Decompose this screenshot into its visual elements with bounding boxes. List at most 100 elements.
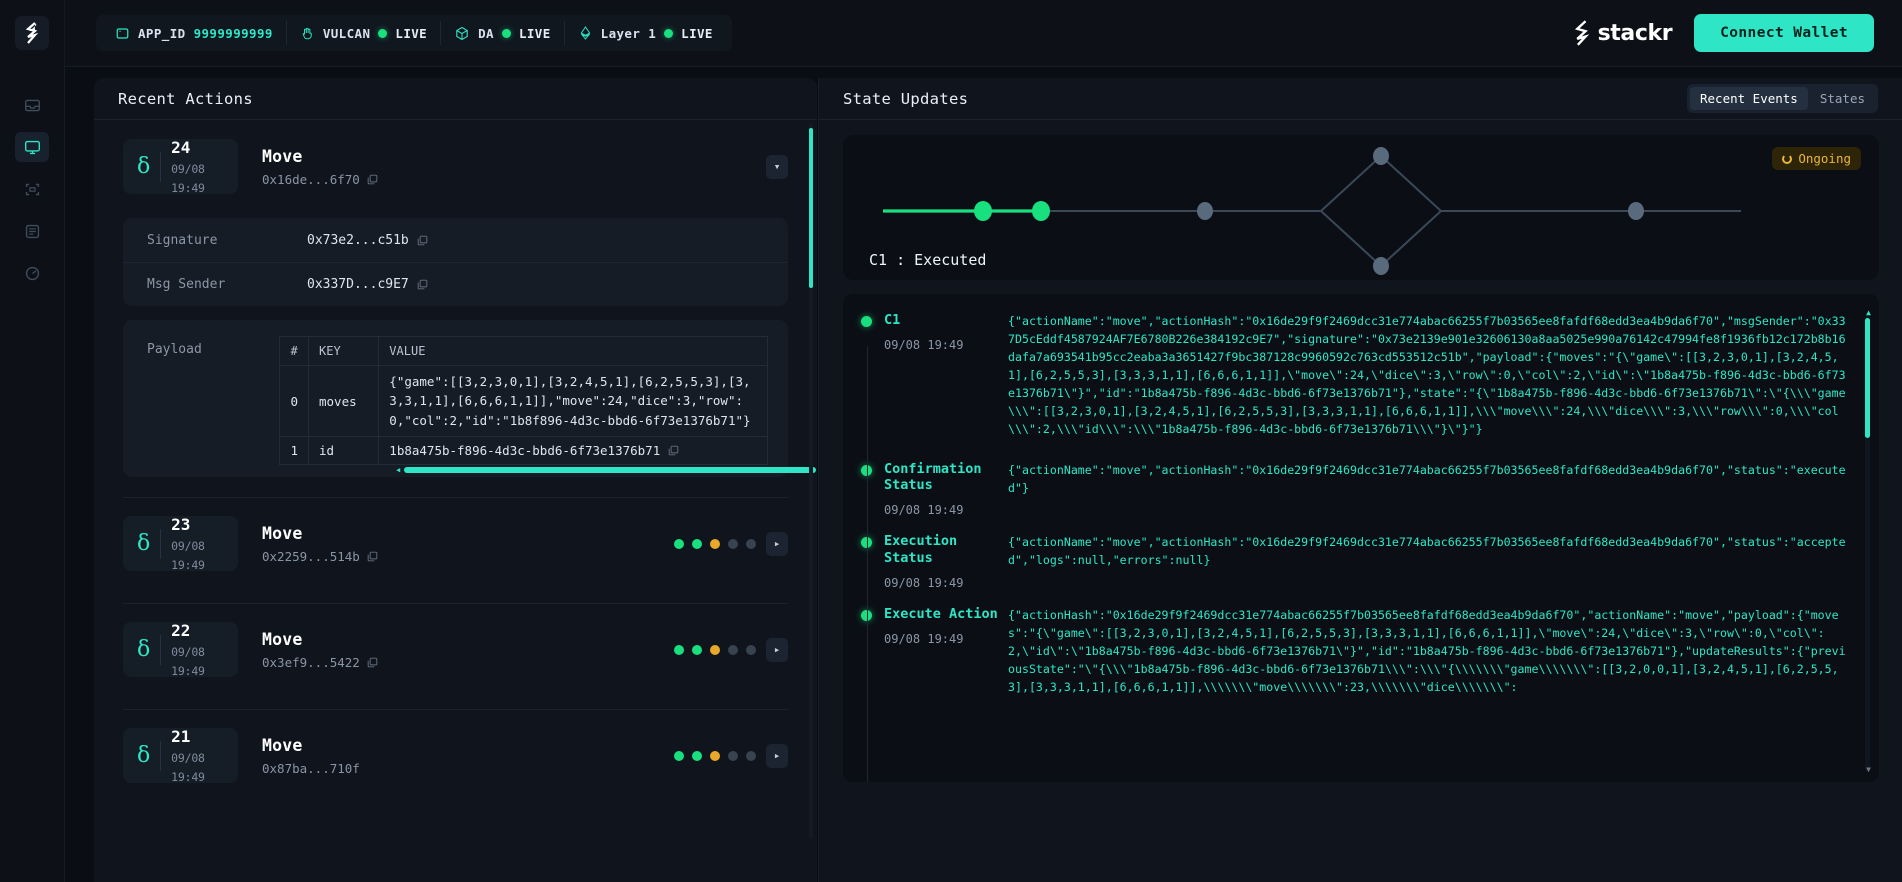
action-card-collapsed[interactable]: δ 22 09/08 19:49 Move 0x3ef9...5422 ▸ [123, 604, 788, 711]
chevron-right-icon[interactable]: ▸ [766, 637, 788, 662]
copy-icon[interactable] [417, 279, 428, 290]
column-header-value: VALUE [378, 336, 768, 366]
list-item[interactable]: Execute Action 09/08 19:49 {"actionHash"… [843, 590, 1879, 696]
payload-label: Payload [147, 342, 202, 357]
app-logo[interactable] [15, 16, 49, 50]
action-card-header[interactable]: δ 24 09/08 19:49 Move 0x16de...6f70 ▾ [123, 121, 788, 206]
status-dot [664, 28, 674, 38]
brand-and-wallet: stackr Connect Wallet [1572, 14, 1874, 52]
detail-key: Msg Sender [147, 277, 226, 292]
status-badge-ongoing: Ongoing [1772, 147, 1861, 170]
status-pips [674, 538, 756, 549]
recent-actions-list[interactable]: δ 24 09/08 19:49 Move 0x16de...6f70 ▾ Si… [94, 121, 817, 882]
chevron-left-icon[interactable]: ◀ [396, 466, 400, 474]
timeline-stem [866, 346, 868, 782]
action-index-badge: δ 21 09/08 19:49 [123, 726, 238, 784]
divider [160, 151, 162, 182]
app-window-icon [115, 26, 130, 41]
event-name: Execute Action [884, 606, 998, 623]
detail-key: Signature [147, 232, 218, 248]
recent-actions-header: Recent Actions [94, 78, 817, 120]
detail-row-signature: Signature 0x73e2...c51b [123, 218, 788, 262]
divider [160, 634, 162, 665]
detail-row-msg-sender: Msg Sender 0x337D...c9E7 [123, 262, 788, 306]
action-number: 21 [171, 726, 191, 746]
copy-icon[interactable] [367, 551, 378, 562]
tab-states[interactable]: States [1810, 87, 1875, 110]
action-number: 23 [171, 514, 191, 534]
copy-icon[interactable] [367, 174, 378, 185]
tab-recent-events[interactable]: Recent Events [1690, 87, 1808, 110]
panel-title: State Updates [843, 89, 969, 108]
detail-value-text: 0x73e2...c51b [307, 232, 409, 248]
state-graph [883, 147, 1741, 275]
page-title: Recent Actions [118, 89, 253, 108]
action-summary: Move 0x16de...6f70 [262, 147, 378, 187]
action-hash: 0x3ef9...5422 [262, 654, 360, 670]
chevron-down-icon[interactable]: ▼ [1866, 765, 1871, 774]
table-header-row: # KEY VALUE [279, 336, 768, 366]
inbox-icon [24, 99, 40, 111]
left-scrollbar-thumb[interactable] [809, 128, 813, 288]
cell-index: 0 [279, 364, 309, 438]
events-scrollbar-thumb[interactable] [1865, 318, 1870, 438]
copy-icon[interactable] [417, 235, 428, 246]
scrollbar-thumb[interactable] [404, 466, 817, 473]
delta-icon: δ [137, 531, 151, 557]
action-index-badge: δ 24 09/08 19:49 [123, 137, 238, 195]
state-graph-card: Ongoing C1 : Executed [843, 135, 1879, 280]
chevron-right-icon[interactable]: ▸ [766, 743, 788, 768]
list-item[interactable]: Confirmation Status 09/08 19:49 {"action… [843, 439, 1879, 517]
chip-da[interactable]: DA LIVE [440, 21, 564, 45]
column-header-key: KEY [307, 336, 380, 366]
copy-icon[interactable] [668, 445, 679, 456]
stackr-logo-icon [25, 22, 39, 44]
cell-key: id [307, 436, 380, 466]
document-icon [25, 224, 39, 238]
list-item[interactable]: C1 09/08 19:49 {"actionName":"move","act… [843, 294, 1879, 439]
cell-key: moves [307, 364, 380, 438]
scan-icon [25, 183, 39, 195]
action-number: 22 [171, 620, 191, 640]
state-updates-panel: State Updates Recent Events States Ongoi… [818, 78, 1902, 882]
status-dot [861, 316, 872, 327]
cube-icon [454, 25, 470, 42]
status-dot [378, 28, 388, 38]
action-hash: 0x87ba...710f [262, 760, 360, 776]
event-json: {"actionName":"move","actionHash":"0x16d… [1008, 535, 1846, 568]
sidebar-item-inbox[interactable] [15, 90, 49, 120]
delta-icon: δ [137, 743, 151, 769]
event-name: Execution Status [884, 533, 958, 567]
chevron-right-icon[interactable]: ▸ [766, 531, 788, 556]
connect-wallet-button[interactable]: Connect Wallet [1694, 14, 1874, 52]
rail-item-list [15, 90, 49, 288]
action-number: 24 [171, 137, 191, 157]
detail-value: 0x337D...c9E7 [307, 277, 428, 292]
sidebar-item-logs[interactable] [15, 216, 49, 246]
column-header-index: # [279, 336, 309, 366]
payload-horizontal-scrollbar[interactable]: ◀ ▶ [396, 465, 817, 474]
chip-vulcan[interactable]: VULCAN LIVE [285, 21, 440, 45]
copy-icon[interactable] [367, 657, 378, 668]
status-badge: LIVE [518, 25, 551, 41]
chevron-down-icon[interactable]: ▾ [766, 154, 788, 179]
chip-layer1[interactable]: Layer 1 LIVE [563, 21, 726, 45]
list-item[interactable]: Execution Status 09/08 19:49 {"actionNam… [843, 517, 1879, 590]
action-name: Move [262, 629, 303, 649]
sidebar-item-scan[interactable] [15, 174, 49, 204]
payload-table: # KEY VALUE 0 moves {"game":[[3,2,3,0,1]… [279, 336, 768, 466]
status-pips [674, 750, 756, 761]
action-card-collapsed[interactable]: δ 23 09/08 19:49 Move 0x2259...514b ▸ [123, 498, 788, 605]
chip-app-id[interactable]: APP_ID 9999999999 [102, 21, 286, 45]
events-list[interactable]: C1 09/08 19:49 {"actionName":"move","act… [843, 294, 1879, 782]
divider [160, 740, 162, 771]
sidebar-item-activity[interactable] [15, 258, 49, 288]
action-card-collapsed[interactable]: δ 21 09/08 19:49 Move 0x87ba...710f ▸ [123, 710, 788, 795]
event-name: Confirmation Status [884, 460, 982, 494]
sidebar-item-monitor[interactable] [15, 132, 49, 162]
spinner-icon [1782, 153, 1793, 164]
tab-group: Recent Events States [1687, 84, 1878, 113]
action-name: Move [262, 735, 303, 755]
brand: stackr [1572, 20, 1673, 46]
chip-label: DA [478, 25, 494, 41]
